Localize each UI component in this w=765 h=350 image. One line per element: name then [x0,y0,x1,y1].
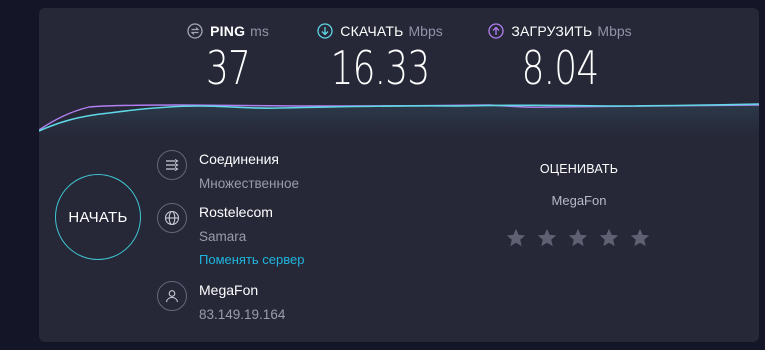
rate-title: ОЦЕНИВАТЬ [539,162,619,176]
download-label: СКАЧАТЬ [340,23,404,39]
speed-graph [39,103,759,136]
globe-icon [157,203,187,233]
upload-icon [488,23,504,39]
upload-metric: ЗАГРУЗИТЬ Mbps 8.04 [475,20,645,94]
isp-name: MegaFon [199,282,259,298]
server-name: Rostelecom [199,204,273,220]
rate-isp-name: MegaFon [551,193,607,208]
star-icon[interactable] [536,227,558,249]
star-icon[interactable] [629,227,651,249]
ping-icon [187,23,203,39]
start-test-button[interactable]: НАЧАТЬ [55,174,141,260]
change-server-link[interactable]: Поменять сервер [199,252,304,268]
ping-value: 37 [205,41,251,95]
isp-info: MegaFon 83.149.19.164 [157,281,285,324]
connections-title: Соединения [199,151,280,167]
download-value: 16.33 [330,41,431,95]
connections-icon [157,150,187,180]
server-location: Samara [199,229,247,244]
server-info: Rostelecom Samara Поменять сервер [157,203,304,268]
ping-unit: ms [250,23,269,39]
isp-ip: 83.149.19.164 [199,307,286,322]
download-metric: СКАЧАТЬ Mbps 16.33 [305,20,455,94]
rating-stars [505,227,651,249]
star-icon[interactable] [598,227,620,249]
upload-label: ЗАГРУЗИТЬ [511,23,593,39]
star-icon[interactable] [567,227,589,249]
upload-value: 8.04 [521,41,600,95]
start-test-label: НАЧАТЬ [68,208,128,226]
download-icon [317,23,333,39]
download-unit: Mbps [408,23,443,39]
ping-label: PING [210,23,246,39]
user-icon [157,281,187,311]
connections-setting[interactable]: Соединения Множественное [157,150,299,193]
speedtest-panel: PING ms 37 СКАЧАТЬ Mbps 16.33 ЗАГРУЗИТЬ … [39,8,759,342]
upload-unit: Mbps [597,23,632,39]
ping-metric: PING ms 37 [173,20,283,94]
connections-value: Множественное [199,176,299,191]
star-icon[interactable] [505,227,527,249]
